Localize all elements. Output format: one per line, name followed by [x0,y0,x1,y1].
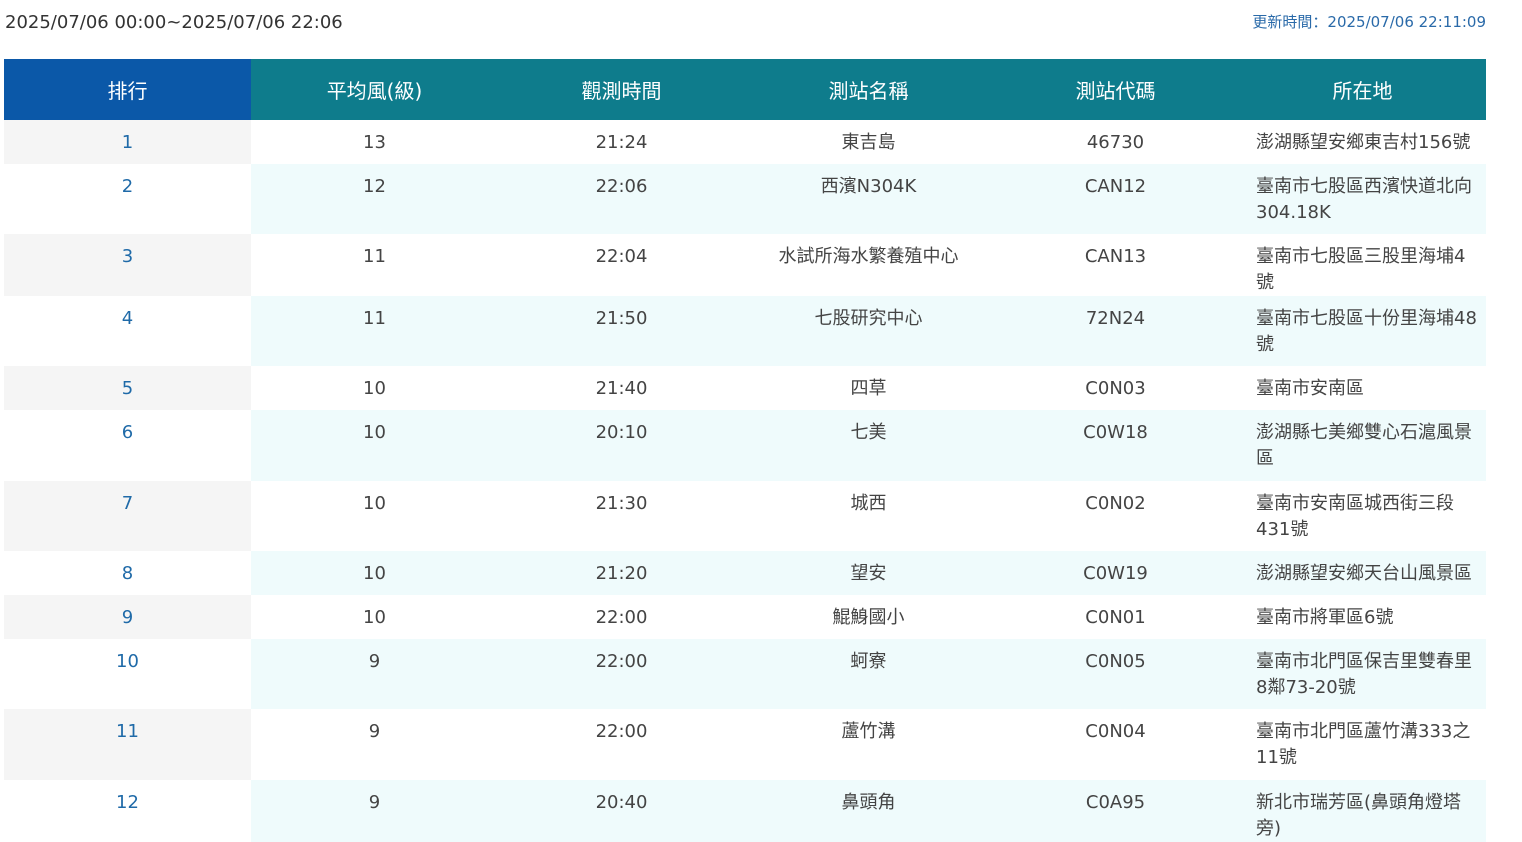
station-name-cell[interactable]: 鯤鯓國小 [745,595,992,639]
location-cell: 澎湖縣七美鄉雙心石滬風景區 [1239,410,1486,481]
table-row: 10 9 22:00 蚵寮 C0N05 臺南市北門區保吉里雙春里8鄰73-20號 [4,639,1486,709]
column-header-station-name[interactable]: 測站名稱 [745,59,992,120]
time-cell: 21:20 [498,551,745,595]
time-cell: 22:06 [498,164,745,234]
station-code-cell: 46730 [992,120,1239,164]
location-cell: 臺南市安南區城西街三段431號 [1239,481,1486,551]
station-name-cell[interactable]: 蘆竹溝 [745,709,992,780]
rank-cell: 5 [4,366,251,410]
time-cell: 21:50 [498,296,745,366]
wind-ranking-table: 排行 平均風(級) 觀測時間 測站名稱 測站代碼 所在地 1 13 21:24 … [4,59,1486,842]
time-range: 2025/07/06 00:00~2025/07/06 22:06 [5,12,343,33]
rank-cell: 7 [4,481,251,551]
location-cell: 臺南市七股區三股里海埔4號 [1239,234,1486,296]
station-code-cell: C0N05 [992,639,1239,709]
table-header-row: 排行 平均風(級) 觀測時間 測站名稱 測站代碼 所在地 [4,59,1486,120]
rank-cell: 10 [4,639,251,709]
column-header-location[interactable]: 所在地 [1239,59,1486,120]
time-cell: 22:00 [498,639,745,709]
wind-cell: 9 [251,780,498,842]
table-row: 4 11 21:50 七股研究中心 72N24 臺南市七股區十份里海埔48號 [4,296,1486,366]
rank-cell: 8 [4,551,251,595]
table-row: 6 10 20:10 七美 C0W18 澎湖縣七美鄉雙心石滬風景區 [4,410,1486,481]
rank-cell: 11 [4,709,251,780]
column-header-obs-time[interactable]: 觀測時間 [498,59,745,120]
wind-cell: 11 [251,234,498,296]
wind-cell: 13 [251,120,498,164]
wind-cell: 12 [251,164,498,234]
location-cell: 新北市瑞芳區(鼻頭角燈塔旁) [1239,780,1486,842]
wind-cell: 10 [251,481,498,551]
station-code-cell: CAN12 [992,164,1239,234]
time-cell: 22:04 [498,234,745,296]
rank-cell: 9 [4,595,251,639]
station-code-cell: C0N03 [992,366,1239,410]
location-cell: 臺南市北門區保吉里雙春里8鄰73-20號 [1239,639,1486,709]
rank-cell: 12 [4,780,251,842]
time-cell: 22:00 [498,595,745,639]
station-code-cell: C0N04 [992,709,1239,780]
table-row: 8 10 21:20 望安 C0W19 澎湖縣望安鄉天台山風景區 [4,551,1486,595]
station-name-cell[interactable]: 望安 [745,551,992,595]
table-row: 2 12 22:06 西濱N304K CAN12 臺南市七股區西濱快道北向304… [4,164,1486,234]
table-row: 7 10 21:30 城西 C0N02 臺南市安南區城西街三段431號 [4,481,1486,551]
table-row: 5 10 21:40 四草 C0N03 臺南市安南區 [4,366,1486,410]
location-cell: 澎湖縣望安鄉東吉村156號 [1239,120,1486,164]
wind-cell: 9 [251,709,498,780]
time-cell: 21:30 [498,481,745,551]
station-code-cell: CAN13 [992,234,1239,296]
station-name-cell[interactable]: 七美 [745,410,992,481]
top-bar: 2025/07/06 00:00~2025/07/06 22:06 更新時間：2… [0,0,1522,59]
column-header-avg-wind[interactable]: 平均風(級) [251,59,498,120]
location-cell: 澎湖縣望安鄉天台山風景區 [1239,551,1486,595]
location-cell: 臺南市七股區西濱快道北向304.18K [1239,164,1486,234]
station-name-cell[interactable]: 四草 [745,366,992,410]
table-row: 12 9 20:40 鼻頭角 C0A95 新北市瑞芳區(鼻頭角燈塔旁) [4,780,1486,842]
station-name-cell[interactable]: 城西 [745,481,992,551]
station-name-cell[interactable]: 七股研究中心 [745,296,992,366]
station-code-cell: C0N02 [992,481,1239,551]
location-cell: 臺南市北門區蘆竹溝333之11號 [1239,709,1486,780]
station-code-cell: C0A95 [992,780,1239,842]
wind-cell: 10 [251,595,498,639]
table-row: 3 11 22:04 水試所海水繁養殖中心 CAN13 臺南市七股區三股里海埔4… [4,234,1486,296]
station-code-cell: 72N24 [992,296,1239,366]
location-cell: 臺南市將軍區6號 [1239,595,1486,639]
station-name-cell[interactable]: 鼻頭角 [745,780,992,842]
time-cell: 20:40 [498,780,745,842]
update-time: 更新時間：2025/07/06 22:11:09 [1252,13,1486,31]
time-cell: 22:00 [498,709,745,780]
station-name-cell[interactable]: 東吉島 [745,120,992,164]
station-code-cell: C0W18 [992,410,1239,481]
rank-cell: 3 [4,234,251,296]
location-cell: 臺南市七股區十份里海埔48號 [1239,296,1486,366]
rank-cell: 1 [4,120,251,164]
rank-cell: 6 [4,410,251,481]
station-name-cell[interactable]: 蚵寮 [745,639,992,709]
wind-cell: 10 [251,366,498,410]
time-cell: 21:24 [498,120,745,164]
station-name-cell[interactable]: 西濱N304K [745,164,992,234]
station-name-cell[interactable]: 水試所海水繁養殖中心 [745,234,992,296]
wind-cell: 10 [251,410,498,481]
table-row: 9 10 22:00 鯤鯓國小 C0N01 臺南市將軍區6號 [4,595,1486,639]
table-row: 1 13 21:24 東吉島 46730 澎湖縣望安鄉東吉村156號 [4,120,1486,164]
column-header-station-code[interactable]: 測站代碼 [992,59,1239,120]
rank-cell: 2 [4,164,251,234]
wind-cell: 11 [251,296,498,366]
wind-cell: 10 [251,551,498,595]
station-code-cell: C0N01 [992,595,1239,639]
wind-cell: 9 [251,639,498,709]
column-header-rank[interactable]: 排行 [4,59,251,120]
location-cell: 臺南市安南區 [1239,366,1486,410]
station-code-cell: C0W19 [992,551,1239,595]
time-cell: 20:10 [498,410,745,481]
rank-cell: 4 [4,296,251,366]
time-cell: 21:40 [498,366,745,410]
table-row: 11 9 22:00 蘆竹溝 C0N04 臺南市北門區蘆竹溝333之11號 [4,709,1486,780]
